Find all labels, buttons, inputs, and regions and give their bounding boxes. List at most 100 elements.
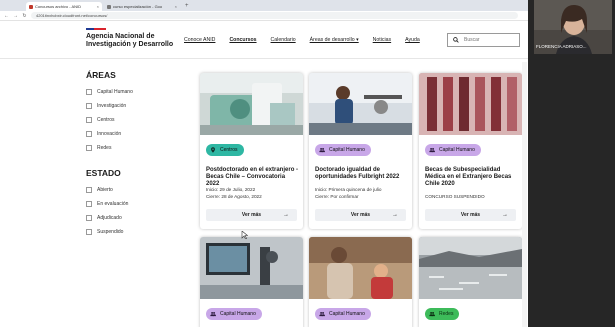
area-badge: Redes — [425, 308, 460, 320]
logo-line-2: Investigación y Desarrollo — [86, 41, 174, 48]
back-icon[interactable]: ← — [4, 13, 9, 19]
arrow-right-icon: → — [392, 212, 398, 218]
nav-noticias[interactable]: Noticias — [373, 37, 391, 43]
people-icon — [319, 147, 325, 153]
new-tab-button[interactable]: + — [182, 2, 192, 11]
site-logo[interactable]: Agencia Nacional de Investigación y Desa… — [86, 33, 176, 49]
filter-label: Investigación — [97, 103, 127, 109]
main-nav: Conoce ANID Concursos Calendario Áreas d… — [184, 37, 434, 43]
anid-logo-stripe — [86, 28, 106, 30]
filter-suspendido[interactable]: Suspendido — [86, 225, 186, 239]
filter-adjudicado[interactable]: Adjudicado — [86, 211, 186, 225]
filter-label: Abierto — [97, 187, 113, 193]
checkbox[interactable] — [86, 145, 92, 151]
ver-mas-button[interactable]: Ver más → — [315, 209, 406, 221]
nav-conoce-anid[interactable]: Conoce ANID — [184, 37, 215, 43]
badge-label: Capital Humano — [439, 147, 475, 153]
filter-label: Redes — [97, 145, 112, 151]
checkbox[interactable] — [86, 229, 92, 235]
filter-innovacion[interactable]: Innovación — [86, 127, 186, 141]
search-input[interactable] — [464, 37, 514, 43]
concurso-card[interactable]: Capital Humano Doctorado igualdad de opo… — [309, 73, 412, 229]
site-header: Agencia Nacional de Investigación y Desa… — [0, 21, 528, 59]
concurso-card[interactable]: Capital Humano Becas de Subespecialidad … — [419, 73, 522, 229]
people-icon — [429, 311, 435, 317]
browser-tabbar: Concursos archivo - ANID × curso especia… — [0, 0, 528, 11]
search-box[interactable] — [447, 33, 520, 47]
filters-sidebar: ÁREAS Capital Humano Investigación Centr… — [86, 70, 186, 239]
card-end-date: Cierre: 28 de Agosto, 2022 — [206, 194, 262, 199]
checkbox[interactable] — [86, 187, 92, 193]
checkbox[interactable] — [86, 117, 92, 123]
badge-label: Redes — [439, 311, 454, 317]
badge-label: Capital Humano — [329, 311, 365, 317]
checkbox[interactable] — [86, 201, 92, 207]
badge-label: Capital Humano — [220, 311, 256, 317]
card-image-medical-photo — [419, 73, 522, 135]
badge-label: Capital Humano — [329, 147, 365, 153]
tab-label: Concursos archivo - ANID — [35, 4, 82, 9]
checkbox[interactable] — [86, 89, 92, 95]
concurso-card[interactable]: Capital Humano — [309, 237, 412, 327]
checkbox[interactable] — [86, 103, 92, 109]
logo-line-1: Agencia Nacional de — [86, 33, 155, 40]
filter-label: Capital Humano — [97, 89, 133, 95]
card-start-date: Inicio: 29 de Julio, 2022 — [206, 187, 256, 192]
nav-concursos[interactable]: Concursos — [229, 37, 256, 43]
checkbox[interactable] — [86, 131, 92, 137]
url-field[interactable]: 4201tinxhcbxir.cloudfront.net/concursos/ — [31, 12, 518, 19]
page-scrollbar[interactable] — [522, 62, 527, 327]
card-title[interactable]: Becas de Subespecialidad Médica en el Ex… — [425, 167, 518, 188]
nav-ayuda[interactable]: Ayuda — [405, 37, 420, 43]
close-tab-icon[interactable]: × — [97, 4, 99, 9]
filter-redes[interactable]: Redes — [86, 141, 186, 155]
card-image-classroom-photo — [309, 237, 412, 299]
browser-tab-active[interactable]: Concursos archivo - ANID × — [26, 2, 102, 11]
card-image-ice-landscape-photo — [419, 237, 522, 299]
ver-mas-button[interactable]: Ver más → — [206, 209, 297, 221]
site-favicon-icon — [29, 4, 33, 9]
checkbox[interactable] — [86, 215, 92, 221]
card-image-lab-photo — [200, 73, 303, 135]
card-end-date: Cierre: Por confirmar — [315, 194, 359, 199]
card-image-scientist-photo — [309, 73, 412, 135]
ver-mas-button[interactable]: Ver más → — [425, 209, 516, 221]
area-badge: Capital Humano — [425, 144, 481, 156]
filter-label: Adjudicado — [97, 215, 122, 221]
browser-tab[interactable]: curso especialización - Goo × — [104, 2, 180, 11]
forward-icon[interactable]: → — [13, 13, 18, 19]
arrow-right-icon: → — [502, 212, 508, 218]
reload-icon[interactable]: ↻ — [22, 13, 27, 19]
close-tab-icon[interactable]: × — [175, 4, 177, 9]
button-label: Ver más — [350, 212, 371, 218]
nav-calendario[interactable]: Calendario — [271, 37, 296, 43]
area-badge: Capital Humano — [315, 144, 371, 156]
address-bar-row: ← → ↻ 4201tinxhcbxir.cloudfront.net/conc… — [0, 11, 528, 21]
concurso-card[interactable]: Centros Postdoctorado en el extranjero -… — [200, 73, 303, 229]
filter-label: En evaluación — [97, 201, 129, 207]
nav-areas-de-desarrollo[interactable]: Áreas de desarrollo ▾ — [310, 37, 359, 43]
people-icon — [429, 147, 435, 153]
search-icon — [453, 37, 459, 43]
filter-capital-humano[interactable]: Capital Humano — [86, 85, 186, 99]
card-status: CONCURSO SUSPENDIDO — [425, 194, 485, 199]
location-pin-icon — [211, 147, 215, 153]
area-badge: Capital Humano — [315, 308, 371, 320]
filter-centros[interactable]: Centros — [86, 113, 186, 127]
filter-en-evaluacion[interactable]: En evaluación — [86, 197, 186, 211]
areas-heading: ÁREAS — [86, 70, 116, 80]
badge-label: Centros — [220, 147, 238, 153]
card-image-microscope-photo — [200, 237, 303, 299]
filter-investigacion[interactable]: Investigación — [86, 99, 186, 113]
card-title[interactable]: Doctorado igualdad de oportunidades Fulb… — [315, 167, 408, 181]
area-badge: Centros — [206, 144, 244, 156]
arrow-right-icon: → — [283, 212, 289, 218]
tab-label: curso especialización - Goo — [113, 4, 163, 9]
filter-label: Suspendido — [97, 229, 124, 235]
concurso-card[interactable]: Redes — [419, 237, 522, 327]
filter-abierto[interactable]: Abierto — [86, 183, 186, 197]
concurso-card[interactable]: Capital Humano — [200, 237, 303, 327]
button-label: Ver más — [460, 212, 481, 218]
card-start-date: Inicio: Primera quincena de julio — [315, 187, 382, 192]
card-title[interactable]: Postdoctorado en el extranjero - Becas C… — [206, 167, 299, 188]
